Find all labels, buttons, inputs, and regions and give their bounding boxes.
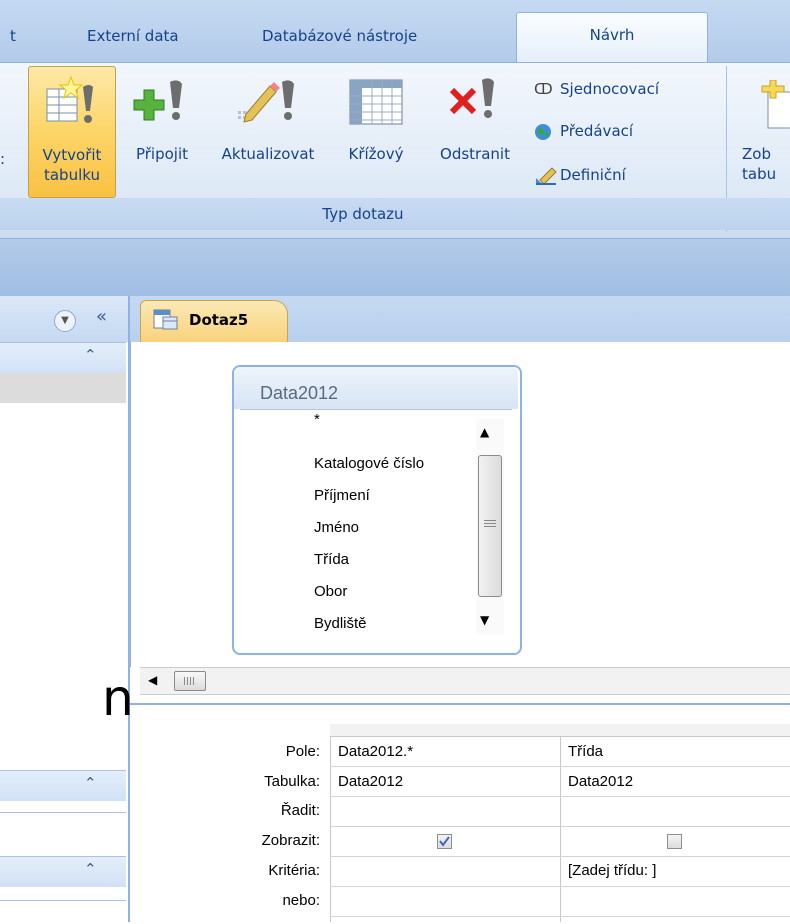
show-table-label-1: Zob (742, 145, 771, 163)
collapse-icon[interactable]: ⌃ (84, 774, 97, 792)
grid-cell-table[interactable]: Data2012 (332, 771, 558, 793)
delete-icon (449, 78, 494, 118)
nav-menu-dropdown-icon[interactable]: ▼ (54, 310, 76, 332)
grid-row-line (330, 766, 790, 767)
grid-row-line (330, 886, 790, 887)
grid-row-line (330, 856, 790, 857)
crosstab-icon (349, 79, 403, 125)
tab-partial[interactable]: t (10, 18, 16, 54)
field-item[interactable]: * (314, 408, 320, 432)
union-button[interactable]: ↀ Sjednocovací (534, 74, 659, 104)
union-label: Sjednocovací (560, 80, 660, 98)
grid-cell-sort[interactable] (562, 800, 788, 822)
table-field-list[interactable]: Data2012 * Katalogové číslo Příjmení Jmé… (232, 365, 522, 655)
design-horizontal-scrollbar[interactable]: ◀ (140, 667, 790, 695)
crosstab-button[interactable]: Křížový (330, 66, 422, 196)
make-table-button[interactable]: Vytvořit tabulku (28, 66, 116, 198)
show-table-icon (761, 80, 790, 129)
field-list-scrollbar[interactable]: ▲ ▼ (476, 419, 504, 635)
definition-icon (534, 160, 560, 190)
field-item[interactable]: Třída (314, 544, 349, 576)
scroll-up-arrow-icon[interactable]: ▲ (480, 425, 489, 439)
table-field-list-title: Data2012 (260, 383, 339, 403)
row-label-sort: Řadit: (280, 802, 320, 819)
show-checkbox-unchecked[interactable] (667, 834, 682, 849)
data-definition-button[interactable]: Definiční (534, 160, 626, 190)
grid-column-divider (560, 724, 561, 922)
checkmark-icon (439, 836, 450, 847)
grid-row-line (330, 796, 790, 797)
tab-design[interactable]: Návrh (516, 12, 708, 63)
tab-dotaz5[interactable]: Dotaz5 (140, 300, 288, 343)
data-definition-label: Definiční (560, 166, 626, 184)
query-icon (153, 309, 178, 330)
grid-cell-sort[interactable] (332, 800, 558, 822)
nav-group-header-2[interactable] (0, 770, 126, 801)
scroll-thumb[interactable] (478, 455, 502, 597)
tab-external-data[interactable]: Externí data (87, 18, 179, 54)
collapse-icon[interactable]: ⌃ (84, 860, 97, 878)
pass-through-label: Předávací (560, 122, 634, 140)
nav-group-header-1[interactable] (0, 342, 126, 373)
overlay-text-fragment: n (102, 669, 134, 727)
grid-cell-criteria[interactable]: [Zadej třídu: ] (562, 860, 788, 882)
field-item[interactable]: Obor (314, 576, 347, 608)
grid-cell-field[interactable]: Třída (562, 741, 788, 763)
update-icon (238, 80, 294, 123)
append-icon (133, 80, 182, 121)
group-label-query-type: Typ dotazu (0, 198, 726, 230)
update-button[interactable]: Aktualizovat (206, 66, 330, 196)
nav-divider (0, 900, 126, 901)
field-item[interactable]: Příjmení (314, 480, 370, 512)
cut-off-colon: : (0, 150, 6, 168)
make-table-label-1: Vytvořit (42, 146, 102, 164)
show-table-button[interactable]: Zob tabu (732, 66, 790, 196)
grid-column-divider (330, 724, 331, 922)
crosstab-label: Křížový (348, 145, 404, 163)
horizontal-scroll-thumb[interactable] (174, 671, 206, 691)
delete-query-button[interactable]: Odstranit (422, 66, 528, 196)
nav-divider (0, 812, 126, 813)
ribbon-bottom-strip (0, 238, 790, 297)
grid-cell-criteria[interactable] (332, 860, 558, 882)
make-table-icon (46, 75, 93, 123)
group-label-next (726, 198, 790, 230)
shutter-bar-close-icon[interactable]: « (96, 306, 107, 327)
field-item[interactable]: Jméno (314, 512, 359, 544)
globe-icon (534, 116, 560, 146)
row-label-criteria: Kritéria: (268, 862, 320, 879)
append-button[interactable]: Připojit (118, 66, 206, 196)
nav-group-header-3[interactable] (0, 856, 126, 887)
show-checkbox-checked[interactable] (437, 834, 452, 849)
grid-column-selectors[interactable] (330, 724, 790, 737)
make-table-label-2: tabulku (43, 166, 100, 184)
title-divider (240, 409, 512, 410)
show-table-label-2: tabu (742, 165, 777, 183)
grip-icon (184, 677, 185, 685)
pass-through-button[interactable]: Předávací (534, 116, 633, 146)
row-label-or: nebo: (282, 892, 320, 909)
collapse-icon[interactable]: ⌃ (84, 346, 97, 364)
append-label: Připojit (135, 145, 189, 163)
tab-database-tools[interactable]: Databázové nástroje (262, 18, 417, 54)
grid-row-line (330, 826, 790, 827)
row-label-table: Tabulka: (264, 773, 320, 790)
field-item[interactable]: Bydliště (314, 608, 367, 640)
union-icon: ↀ (534, 80, 553, 98)
tab-dotaz5-label: Dotaz5 (189, 311, 249, 329)
nav-selected-item[interactable] (0, 373, 126, 403)
row-label-show: Zobrazit: (261, 832, 320, 849)
delete-query-label: Odstranit (440, 145, 510, 163)
row-label-field: Pole: (285, 743, 320, 760)
grip-icon (484, 520, 496, 521)
update-label: Aktualizovat (221, 145, 315, 163)
grid-cell-table[interactable]: Data2012 (562, 771, 788, 793)
grid-row-line (330, 916, 790, 917)
scroll-left-arrow-icon[interactable]: ◀ (148, 673, 157, 687)
field-item[interactable]: Katalogové číslo (314, 448, 424, 480)
grid-cell-field[interactable]: Data2012.* (332, 741, 558, 763)
scroll-down-arrow-icon[interactable]: ▼ (480, 613, 489, 627)
